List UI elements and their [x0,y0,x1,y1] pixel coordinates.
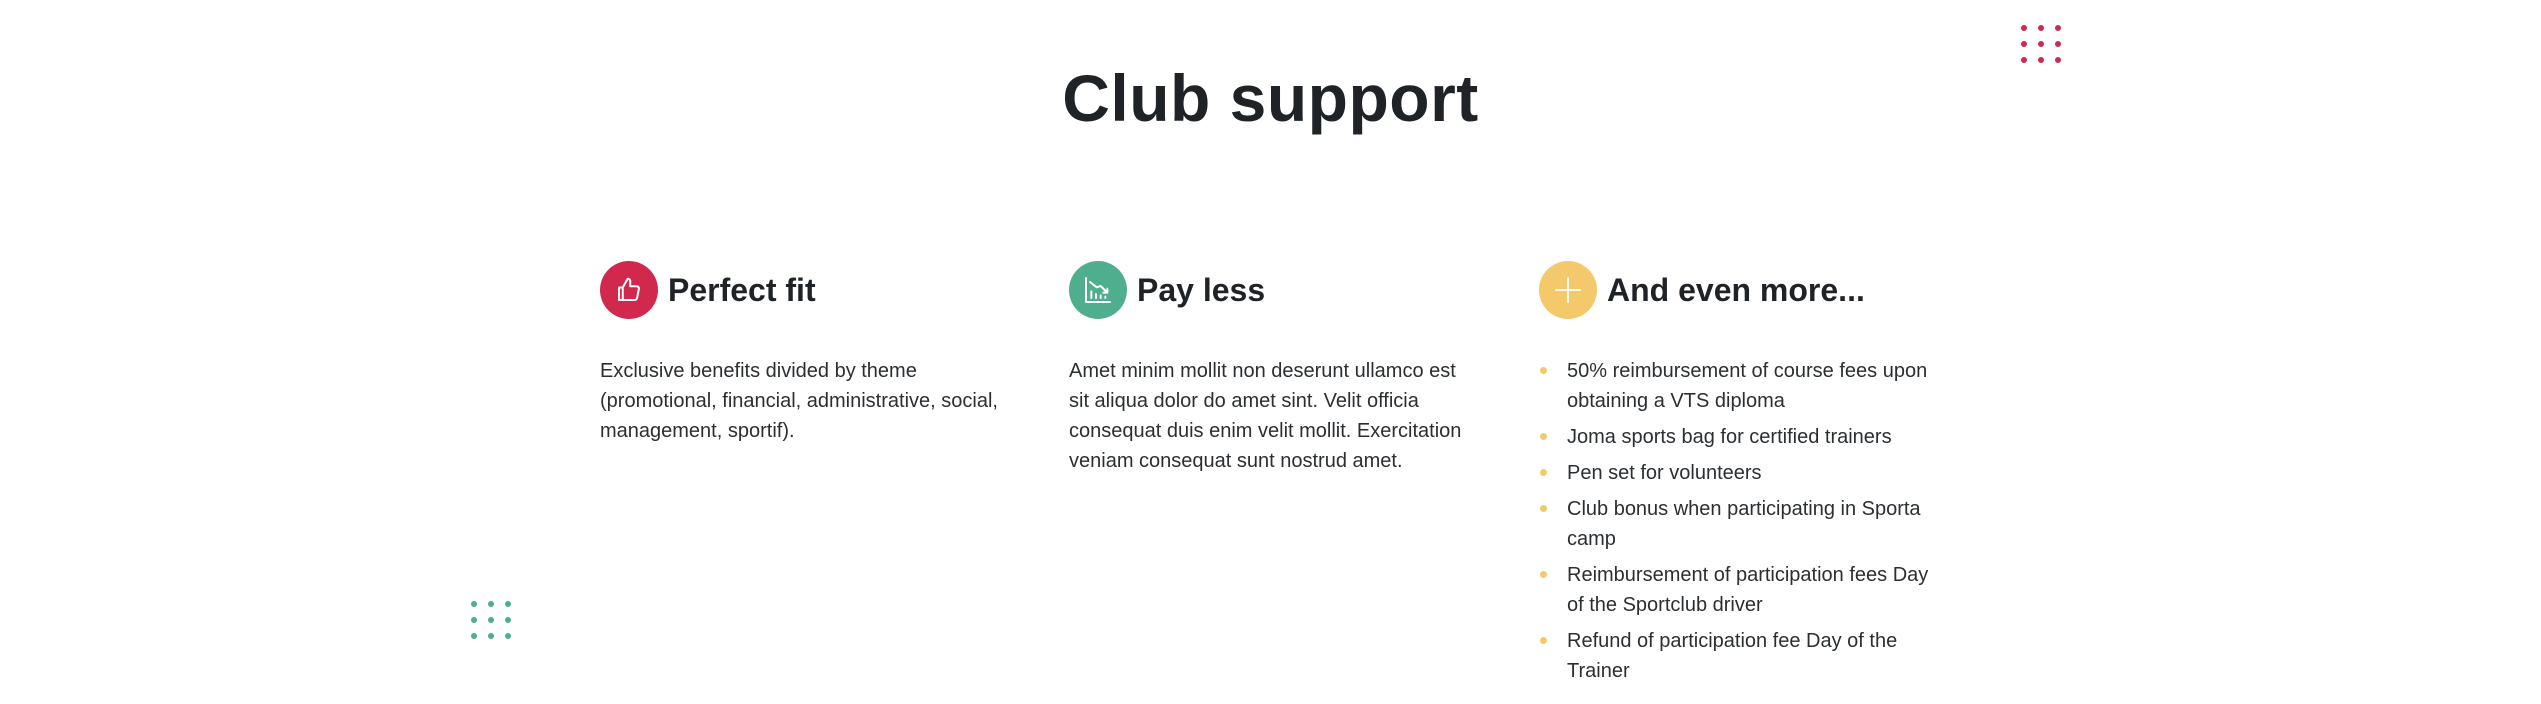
list-item-text: Joma sports bag for certified trainers [1567,426,1892,448]
list-item-text: Refund of participation fee Day of the T… [1567,630,1898,682]
plus-icon [1539,261,1597,319]
bullet-dot-icon [1540,469,1547,476]
list-item: 50% reimbursement of course fees upon ob… [1539,356,1939,416]
list-item: Refund of participation fee Day of the T… [1539,626,1939,686]
list-item-text: Club bonus when participating in Sporta … [1567,498,1921,550]
decorative-dots-bottom-left [471,601,511,639]
feature-perfect-fit: Perfect fit Exclusive benefits divided b… [600,260,1020,442]
list-item-text: Reimbursement of participation fees Day … [1567,564,1929,616]
bullet-dot-icon [1540,433,1547,440]
page-title: Club support [1062,61,1479,135]
bullet-dot-icon [1540,571,1547,578]
bullet-dot-icon [1540,505,1547,512]
feature-header: And even more... [1539,260,1959,320]
thumbs-up-icon [600,261,658,319]
feature-and-even-more: And even more... 50% reimbursement of co… [1539,260,1959,682]
list-item: Pen set for volunteers [1539,458,1939,488]
feature-title: Perfect fit [668,272,816,308]
feature-title: Pay less [1137,272,1266,308]
list-item: Club bonus when participating in Sporta … [1539,494,1939,554]
benefits-list: 50% reimbursement of course fees upon ob… [1539,356,1939,692]
bullet-dot-icon [1540,637,1547,644]
list-item: Reimbursement of participation fees Day … [1539,560,1939,620]
feature-title: And even more... [1607,272,1865,308]
feature-header: Pay less [1069,260,1489,320]
bullet-dot-icon [1540,367,1547,374]
feature-description: Exclusive benefits divided by theme (pro… [600,360,998,442]
list-item-text: 50% reimbursement of course fees upon ob… [1567,360,1928,412]
list-item: Joma sports bag for certified trainers [1539,422,1939,452]
declining-chart-icon [1069,261,1127,319]
decorative-dots-top-right [2021,25,2061,63]
feature-header: Perfect fit [600,260,1020,320]
feature-pay-less: Pay less Amet minim mollit non deserunt … [1069,260,1489,472]
feature-description: Amet minim mollit non deserunt ullamco e… [1069,360,1462,472]
list-item-text: Pen set for volunteers [1567,462,1762,484]
